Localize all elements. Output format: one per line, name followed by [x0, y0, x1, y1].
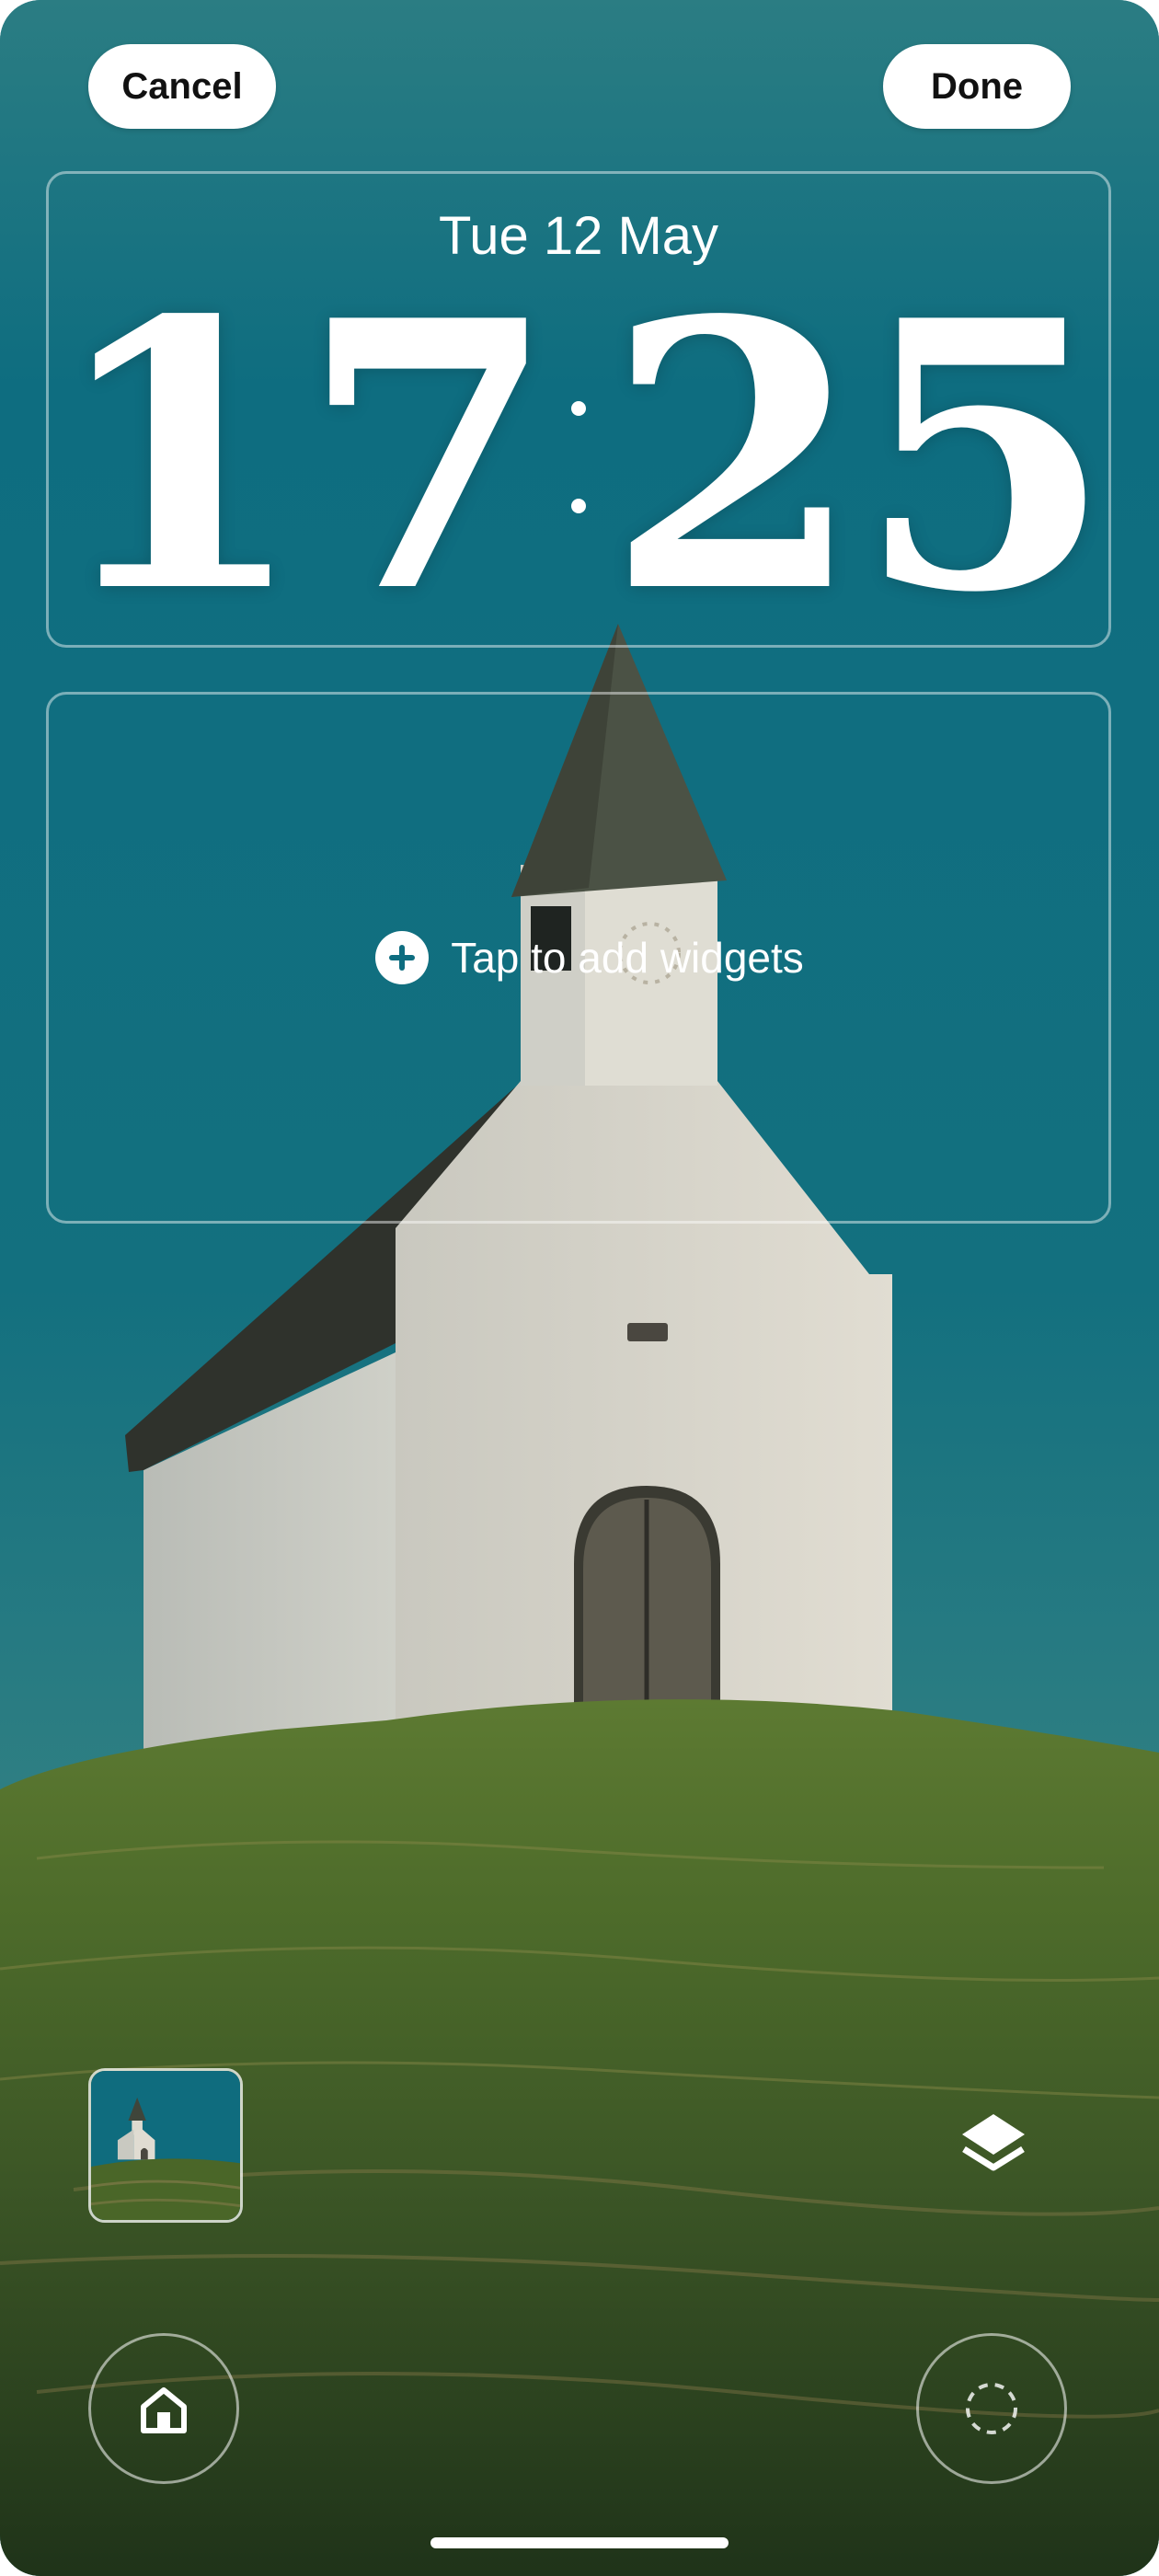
- clock-minutes: 25: [606, 241, 1113, 673]
- home-screen-button[interactable]: [88, 2333, 239, 2484]
- add-widgets-label: Tap to add widgets: [451, 934, 804, 982]
- dashed-circle-icon: [966, 2383, 1017, 2434]
- lockscreen-editor: Cancel Done Tue 12 May 17 25 Tap to add …: [0, 0, 1159, 2576]
- clock-hours: 17: [50, 241, 557, 673]
- layers-button[interactable]: [949, 2101, 1038, 2190]
- add-widgets-prompt[interactable]: Tap to add widgets: [375, 931, 804, 984]
- home-indicator[interactable]: [430, 2537, 729, 2548]
- wallpaper-thumbnail[interactable]: [88, 2068, 243, 2223]
- customize-button[interactable]: [916, 2333, 1067, 2484]
- plus-circle-icon: [375, 931, 430, 984]
- cancel-button[interactable]: Cancel: [88, 44, 276, 129]
- clock-time: 17 25: [49, 241, 1113, 673]
- cancel-button-label: Cancel: [121, 65, 243, 107]
- clock-colon: [571, 401, 586, 513]
- home-icon: [141, 2387, 187, 2433]
- clock-widget-frame[interactable]: Tue 12 May 17 25: [46, 171, 1113, 673]
- done-button[interactable]: Done: [883, 44, 1071, 129]
- widget-area[interactable]: Tap to add widgets: [46, 692, 1111, 1224]
- done-button-label: Done: [931, 65, 1023, 107]
- layers-icon: [962, 2114, 1025, 2171]
